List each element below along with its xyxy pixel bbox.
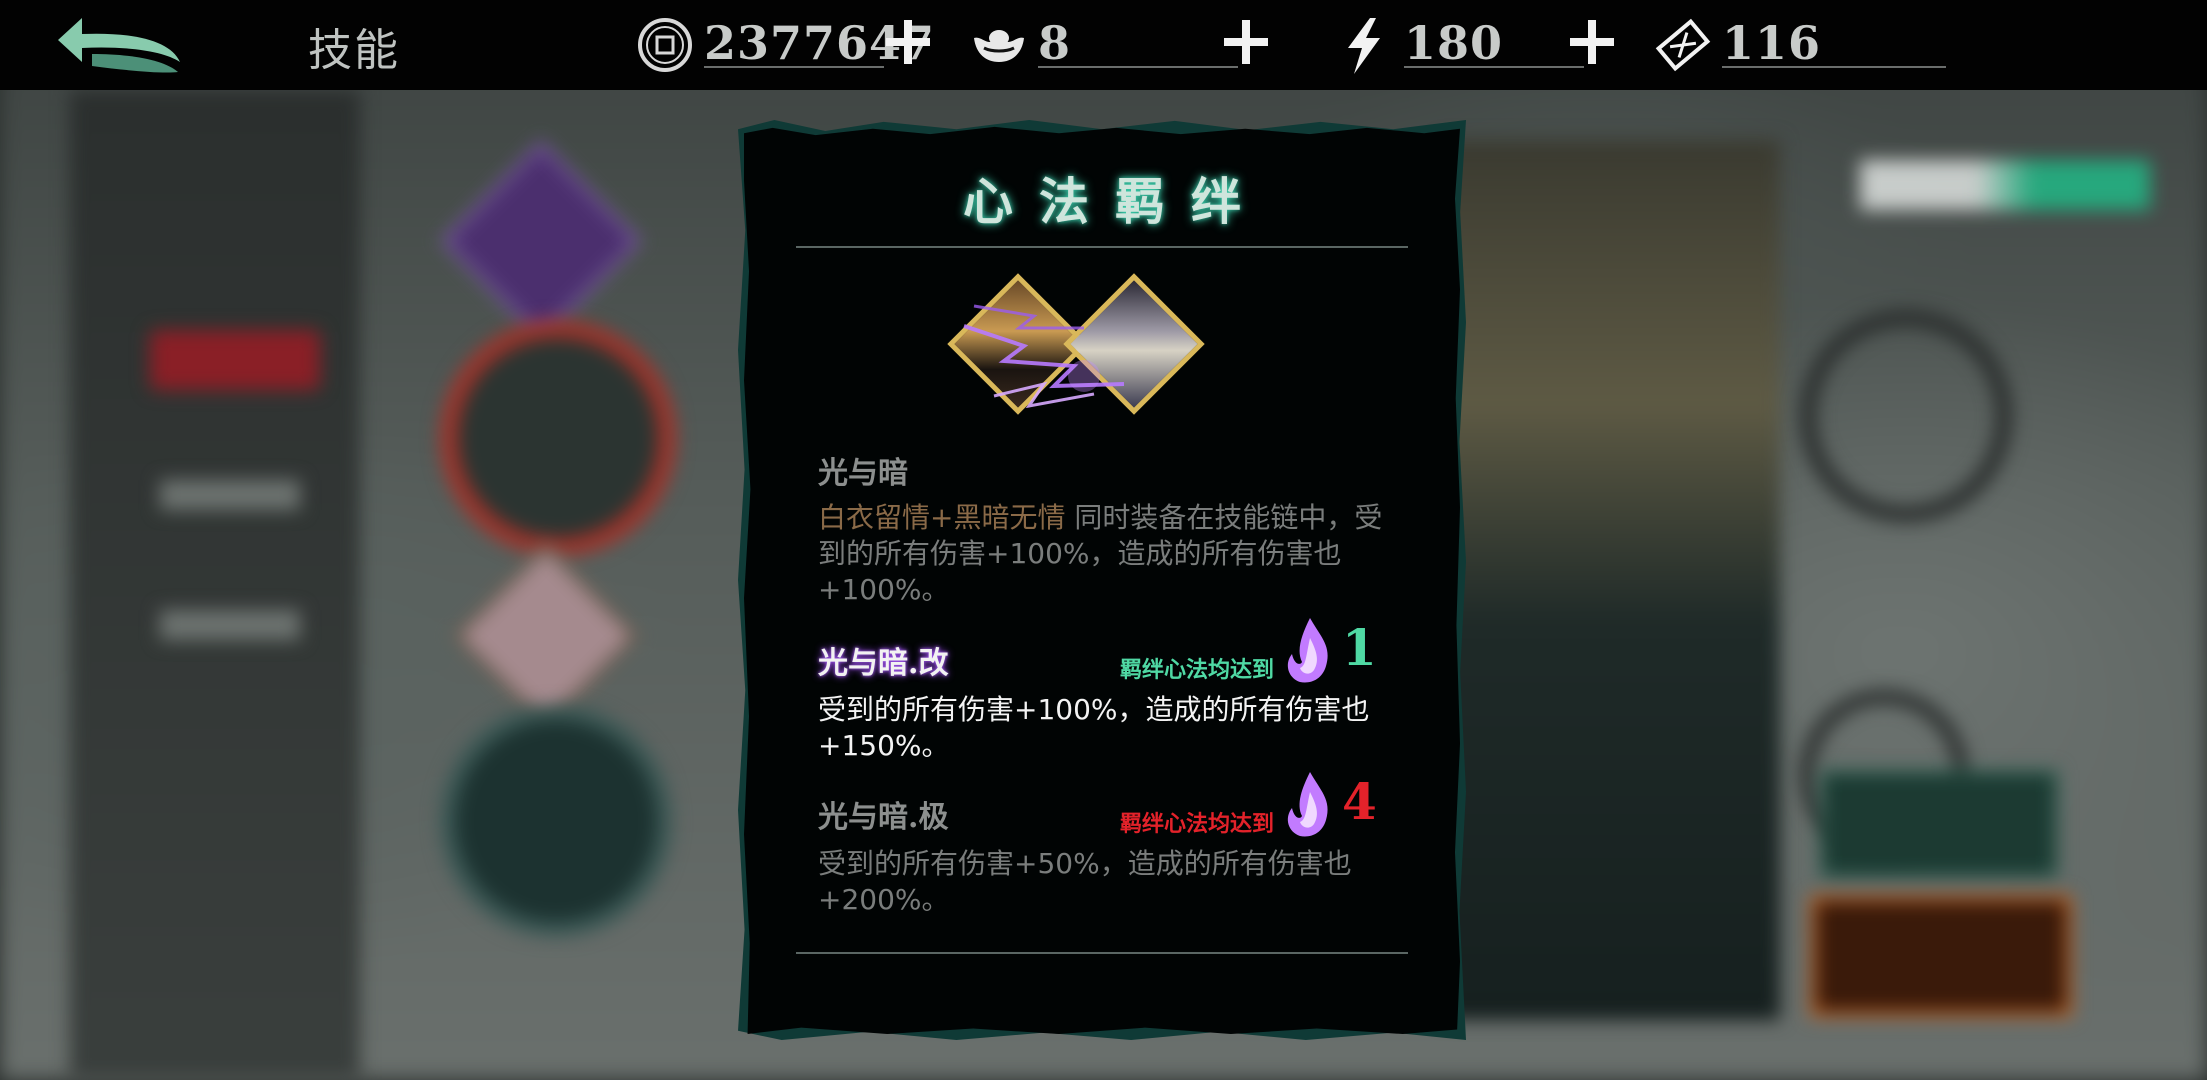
- divider: [796, 952, 1408, 954]
- add-ingot-button[interactable]: [1218, 14, 1274, 70]
- underline: [1722, 66, 1946, 68]
- background-skill-circle: [440, 320, 676, 556]
- add-coin-button[interactable]: [880, 14, 936, 70]
- bond-skill-a: 白衣留情: [818, 501, 931, 534]
- background-text-block: [160, 610, 300, 640]
- back-arrow-icon[interactable]: [52, 10, 192, 80]
- bond-skill-b: +黑暗无情: [930, 501, 1066, 534]
- purple-flame-icon: [1287, 772, 1328, 837]
- ticket-icon: [1654, 16, 1712, 74]
- background-red-tag: [150, 330, 320, 390]
- underline: [1404, 66, 1584, 68]
- lightning-energy-icon: [1336, 16, 1394, 74]
- ingot-amount: 8: [1038, 16, 1072, 70]
- divider: [796, 246, 1408, 248]
- ticket-amount: 116: [1722, 16, 1822, 70]
- page-title: 技能: [308, 25, 400, 76]
- tier-level: 4: [1342, 772, 1377, 831]
- tier-name: 光与暗.改: [818, 646, 949, 681]
- bond-dialog: 心法羁绊 光与暗 白衣留情+黑暗无情 同时装备在技能链中，受到的所有伤害+100…: [744, 126, 1460, 1034]
- coin-icon: [636, 16, 694, 74]
- underline: [704, 66, 884, 68]
- bond-description: 白衣留情+黑暗无情 同时装备在技能链中，受到的所有伤害+100%，造成的所有伤害…: [818, 500, 1388, 608]
- background-character-card: [1440, 140, 1780, 1020]
- background-top-right-label: [1860, 160, 2150, 210]
- background-orange-button: [1810, 895, 2072, 1017]
- background-text-block: [160, 480, 300, 510]
- top-bar: 技能 2377647 8 180 116: [0, 0, 2207, 90]
- energy-amount: 180: [1404, 16, 1504, 70]
- tier-description: 受到的所有伤害+100%，造成的所有伤害也+150%。: [818, 693, 1370, 762]
- underline: [1038, 66, 1238, 68]
- purple-flame-icon: [1287, 618, 1328, 683]
- tier-requirement: 羁绊心法均达到: [1119, 657, 1274, 683]
- background-green-button: [1820, 770, 2058, 878]
- bond-name: 光与暗: [818, 456, 908, 491]
- background-ring: [1800, 310, 2012, 522]
- tier-name: 光与暗.极: [818, 800, 949, 835]
- background-skill-column: [70, 90, 360, 1080]
- tier-requirement: 羁绊心法均达到: [1119, 811, 1274, 837]
- resource-coin: 2377647: [636, 8, 936, 80]
- skill-portrait-light: [1063, 273, 1205, 415]
- resource-energy: 180: [1336, 8, 1636, 80]
- tier-description: 受到的所有伤害+50%，造成的所有伤害也+200%。: [818, 847, 1352, 916]
- tier-level: 1: [1342, 618, 1377, 677]
- background-skill-circle: [440, 705, 672, 937]
- add-energy-button[interactable]: [1564, 14, 1620, 70]
- resource-ticket: 116: [1654, 8, 1954, 80]
- dialog-title: 心法羁绊: [963, 172, 1267, 231]
- resource-ingot: 8: [970, 8, 1280, 80]
- ingot-icon: [970, 16, 1028, 74]
